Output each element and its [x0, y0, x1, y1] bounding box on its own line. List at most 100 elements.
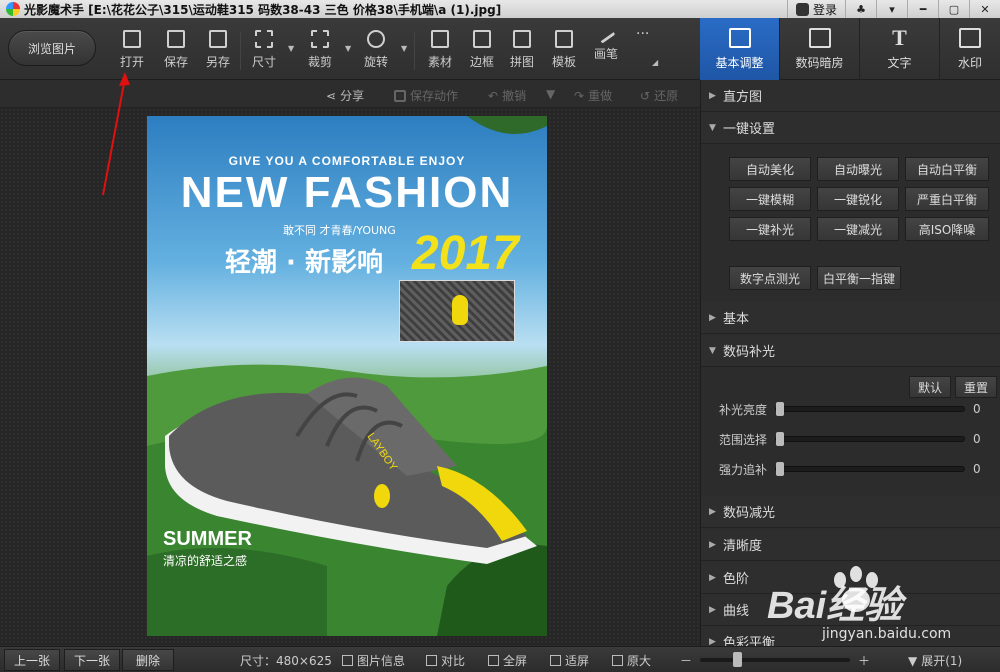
toolbar-divider: [240, 32, 241, 70]
section-histogram[interactable]: ▶ 直方图: [701, 80, 1000, 112]
redo-icon: ↷: [574, 88, 585, 103]
auto-beautify-button[interactable]: 自动美化: [729, 157, 811, 181]
zoom-in-button[interactable]: ＋: [858, 652, 870, 669]
rotate-dropdown-icon[interactable]: ▼: [401, 44, 407, 53]
toolbar-divider: [414, 32, 415, 70]
slider-handle[interactable]: [776, 462, 784, 476]
auto-exposure-button[interactable]: 自动曝光: [817, 157, 899, 181]
poster-summer: SUMMER: [163, 528, 252, 550]
minimize-button[interactable]: ━: [907, 0, 938, 18]
slider-handle[interactable]: [776, 402, 784, 416]
auto-white-balance-button[interactable]: 自动白平衡: [905, 157, 989, 181]
poster-summer-sub: 清凉的舒适之感: [163, 554, 248, 568]
open-button[interactable]: 打开: [120, 30, 144, 74]
maximize-button[interactable]: ▢: [938, 0, 969, 18]
size-dropdown-icon[interactable]: ▼: [288, 44, 294, 53]
tab-darkroom[interactable]: 数码暗房: [780, 18, 860, 80]
login-button[interactable]: 登录: [786, 0, 845, 18]
tab-basic-label: 基本调整: [715, 55, 764, 70]
undo-button[interactable]: ↶ 撤销: [488, 87, 526, 104]
shirt-icon: ♣: [856, 2, 866, 16]
tab-darkroom-label: 数码暗房: [795, 55, 844, 70]
brush-button[interactable]: 画笔: [594, 26, 618, 74]
collage-button[interactable]: 拼图: [510, 30, 534, 74]
image-info-button[interactable]: 图片信息: [342, 652, 405, 669]
fit-label: 适屏: [565, 654, 590, 668]
expand-button[interactable]: ▼ 展开(1): [908, 652, 962, 669]
slider-track[interactable]: [775, 402, 965, 416]
save-as-button[interactable]: 另存: [206, 30, 230, 74]
section-reduce-light[interactable]: ▶ 数码减光: [701, 496, 1000, 528]
one-click-reduce-light-button[interactable]: 一键减光: [817, 217, 899, 241]
spot-metering-button[interactable]: 数字点测光: [729, 266, 811, 290]
watermark-logo: Bai经验: [767, 585, 903, 627]
compare-button[interactable]: 对比: [426, 652, 465, 669]
chevron-right-icon: ▶: [709, 572, 716, 583]
fullscreen-button[interactable]: 全屏: [488, 652, 527, 669]
original-size-label: 原大: [627, 654, 652, 668]
camera-icon: [808, 27, 831, 48]
slider-track[interactable]: [775, 432, 965, 446]
window-title: 光影魔术手 [E:\花花公子\315\运动鞋315 码数38-43 三色 价格3…: [24, 2, 502, 17]
delete-button[interactable]: 删除: [122, 649, 174, 671]
size-button[interactable]: 尺寸: [252, 30, 276, 74]
slider-label: 范围选择: [719, 432, 768, 447]
chevron-right-icon: ▶: [709, 312, 716, 323]
one-click-fill-light-button[interactable]: 一键补光: [729, 217, 811, 241]
undo-dropdown-icon[interactable]: ▼: [546, 87, 555, 101]
slider-fill-brightness[interactable]: 补光亮度 0: [719, 400, 999, 418]
section-fill-light[interactable]: ▼ 数码补光: [701, 335, 1000, 367]
more-icon: ···: [636, 26, 650, 42]
reset-button[interactable]: 重置: [955, 376, 997, 398]
crop-dropdown-icon[interactable]: ▼: [345, 44, 351, 53]
fit-screen-button[interactable]: 适屏: [550, 652, 589, 669]
slider-track[interactable]: [775, 462, 965, 476]
strict-white-balance-button[interactable]: 严重白平衡: [905, 187, 989, 211]
section-color-balance-label: 色彩平衡: [723, 636, 776, 646]
collage-label: 拼图: [510, 55, 535, 69]
right-tab-bar: 基本调整 数码暗房 T 文字 水印: [700, 18, 1000, 80]
zoom-slider-handle[interactable]: [733, 652, 742, 667]
prev-image-button[interactable]: 上一张: [4, 649, 60, 671]
slider-value: 0: [973, 462, 981, 476]
section-basic[interactable]: ▶ 基本: [701, 302, 1000, 334]
original-size-button[interactable]: 原大: [612, 652, 651, 669]
title-bar: 光影魔术手 [E:\花花公子\315\运动鞋315 码数38-43 三色 价格3…: [0, 0, 1000, 18]
one-click-blur-button[interactable]: 一键模糊: [729, 187, 811, 211]
save-button[interactable]: 保存: [164, 30, 188, 74]
restore-button[interactable]: ↺ 还原: [640, 87, 678, 104]
more-tools-button[interactable]: ···: [636, 26, 654, 74]
slider-strong-compensate[interactable]: 强力追补 0: [719, 460, 999, 478]
browse-images-button[interactable]: 浏览图片: [8, 30, 96, 66]
skin-button[interactable]: ♣: [845, 0, 876, 18]
next-image-button[interactable]: 下一张: [64, 649, 120, 671]
tab-text[interactable]: T 文字: [860, 18, 940, 80]
border-button[interactable]: 边框: [470, 30, 494, 74]
slider-label: 强力追补: [719, 462, 768, 477]
menu-button[interactable]: ▾: [876, 0, 907, 18]
default-button[interactable]: 默认: [909, 376, 951, 398]
zoom-out-button[interactable]: －: [680, 652, 692, 669]
zoom-slider-track[interactable]: [700, 658, 850, 662]
close-button[interactable]: ✕: [969, 0, 1000, 18]
rotate-button[interactable]: 旋转: [364, 30, 388, 74]
minimize-icon: ━: [919, 2, 927, 16]
high-iso-denoise-button[interactable]: 高ISO降噪: [905, 217, 989, 241]
poster-year: 2017: [412, 227, 519, 280]
share-label: 分享: [340, 89, 365, 103]
crop-button[interactable]: 裁剪: [308, 30, 332, 74]
redo-button[interactable]: ↷ 重做: [574, 87, 612, 104]
tab-basic-adjust[interactable]: 基本调整: [700, 18, 780, 80]
material-button[interactable]: 素材: [428, 30, 452, 74]
white-balance-picker-button[interactable]: 白平衡一指键: [817, 266, 901, 290]
slider-range-select[interactable]: 范围选择 0: [719, 430, 999, 448]
more-expand-icon[interactable]: ◢: [652, 58, 658, 67]
section-sharpness[interactable]: ▶ 清晰度: [701, 529, 1000, 561]
share-button[interactable]: ⋖ 分享: [326, 87, 364, 104]
one-click-sharpen-button[interactable]: 一键锐化: [817, 187, 899, 211]
section-one-click[interactable]: ▼ 一键设置: [701, 112, 1000, 144]
slider-handle[interactable]: [776, 432, 784, 446]
save-action-button[interactable]: 保存动作: [394, 87, 458, 104]
tab-watermark[interactable]: 水印: [940, 18, 1000, 80]
template-button[interactable]: 模板: [552, 30, 576, 74]
